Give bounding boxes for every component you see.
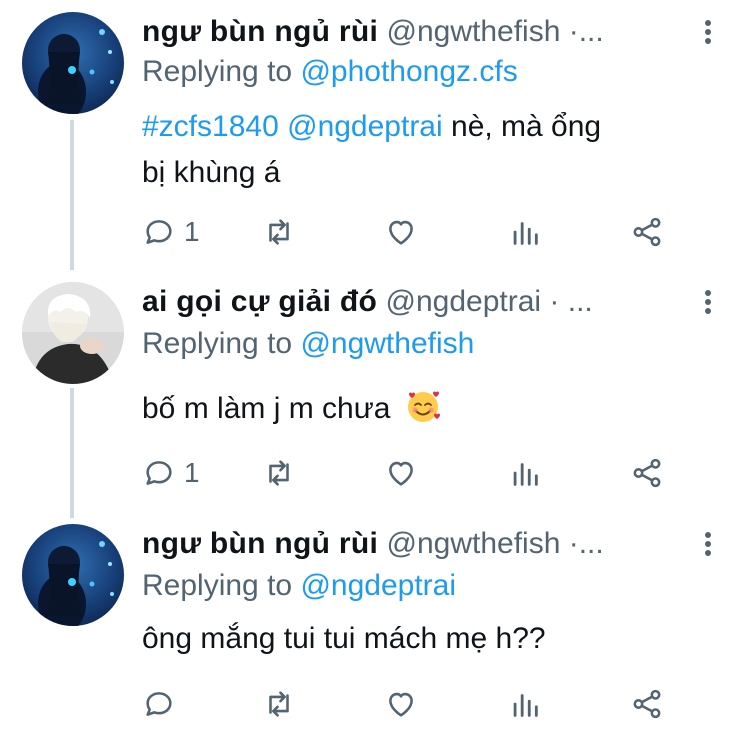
retweet-icon	[269, 460, 289, 486]
tweet[interactable]: ngư bùn ngủ rùi @ngwthefish ·... Replyin…	[0, 0, 750, 270]
tweet-actions	[0, 684, 750, 724]
more-vertical-icon	[705, 290, 711, 314]
reply-button[interactable]: 1	[142, 453, 200, 493]
tweet-text-line: bố m làm j m chưa	[142, 392, 391, 425]
more-options-button[interactable]	[696, 282, 720, 322]
heart-icon	[389, 692, 413, 717]
tweet-actions: 1	[0, 453, 750, 493]
share-button[interactable]	[630, 453, 664, 493]
like-button[interactable]	[384, 684, 418, 724]
more-vertical-icon	[705, 20, 711, 44]
replying-to-line: Replying to @ngdeptrai	[142, 566, 456, 606]
retweet-icon	[269, 219, 289, 245]
retweet-button[interactable]	[262, 453, 296, 493]
avatar[interactable]	[22, 12, 124, 114]
user-handle[interactable]: @ngdeptrai · ...	[386, 285, 593, 318]
bar-chart-icon	[513, 222, 538, 245]
tweet-text: #zcfs1840 @ngdeptrai nè, mà ổng bị khùng…	[142, 104, 722, 196]
retweet-button[interactable]	[262, 684, 296, 724]
reply-button[interactable]	[142, 684, 184, 724]
reply-bubble-icon	[146, 692, 172, 716]
retweet-button[interactable]	[262, 212, 296, 252]
tweet-header: ai gọi cự giải đó @ngdeptrai · ...	[142, 282, 702, 322]
share-nodes-icon	[633, 458, 661, 488]
tweet[interactable]: ngư bùn ngủ rùi @ngwthefish ·... Replyin…	[0, 518, 750, 739]
tweet-text: bố m làm j m chưa	[142, 386, 722, 432]
share-nodes-icon	[633, 217, 661, 247]
share-button[interactable]	[630, 212, 664, 252]
reply-count: 1	[184, 457, 200, 488]
retweet-icon	[269, 691, 289, 717]
like-button[interactable]	[384, 453, 418, 493]
tweet-text-line: bị khùng á	[142, 156, 281, 189]
replying-to-mention[interactable]: @ngdeptrai	[300, 569, 456, 602]
replying-to-label: Replying to	[142, 569, 293, 602]
tweet-actions: 1	[0, 212, 750, 252]
user-handle[interactable]: @ngwthefish ·...	[387, 527, 604, 560]
display-name[interactable]: ai gọi cự giải đó	[142, 285, 377, 318]
analytics-button[interactable]	[508, 212, 542, 252]
avatar[interactable]	[22, 524, 124, 626]
white-hair-person-avatar-icon	[22, 282, 124, 384]
more-vertical-icon	[705, 532, 711, 556]
share-nodes-icon	[633, 689, 661, 719]
display-name[interactable]: ngư bùn ngủ rùi	[142, 15, 378, 48]
heart-icon	[389, 220, 413, 245]
reply-bubble-icon	[146, 220, 172, 244]
fish-aquarium-avatar-icon	[22, 12, 124, 114]
bar-chart-icon	[513, 463, 538, 486]
tweet-header: ngư bùn ngủ rùi @ngwthefish ·...	[142, 524, 702, 564]
fish-aquarium-avatar-icon	[22, 524, 124, 626]
replying-to-mention[interactable]: @ngwthefish	[300, 327, 474, 360]
replying-to-mention[interactable]: @phothongz.cfs	[300, 55, 517, 88]
replying-to-label: Replying to	[142, 327, 293, 360]
share-button[interactable]	[630, 684, 664, 724]
heart-icon	[389, 461, 413, 486]
tweet-text-line: ông mắng tui tui mách mẹ h??	[142, 622, 546, 655]
reply-bubble-icon	[146, 461, 172, 485]
reply-thread: ngư bùn ngủ rùi @ngwthefish ·... Replyin…	[0, 0, 750, 739]
tweet-header: ngư bùn ngủ rùi @ngwthefish ·...	[142, 12, 702, 52]
smiling-face-with-hearts-emoji-icon	[407, 391, 440, 422]
display-name[interactable]: ngư bùn ngủ rùi	[142, 527, 378, 560]
like-button[interactable]	[384, 212, 418, 252]
more-options-button[interactable]	[696, 524, 720, 564]
tweet-text-segment: nè, mà ổng	[442, 110, 602, 143]
reply-button[interactable]: 1	[142, 212, 200, 252]
avatar[interactable]	[22, 282, 124, 384]
analytics-button[interactable]	[508, 453, 542, 493]
replying-to-line: Replying to @phothongz.cfs	[142, 52, 518, 92]
tweet[interactable]: ai gọi cự giải đó @ngdeptrai · ... Reply…	[0, 270, 750, 518]
bar-chart-icon	[513, 694, 538, 717]
hashtag-link[interactable]: #zcfs1840	[142, 110, 279, 143]
mention-link[interactable]: @ngdeptrai	[287, 110, 443, 143]
analytics-button[interactable]	[508, 684, 542, 724]
replying-to-line: Replying to @ngwthefish	[142, 324, 474, 364]
replying-to-label: Replying to	[142, 55, 293, 88]
user-handle[interactable]: @ngwthefish ·...	[387, 15, 604, 48]
tweet-text: ông mắng tui tui mách mẹ h??	[142, 616, 722, 662]
more-options-button[interactable]	[696, 12, 720, 52]
reply-count: 1	[184, 216, 200, 247]
